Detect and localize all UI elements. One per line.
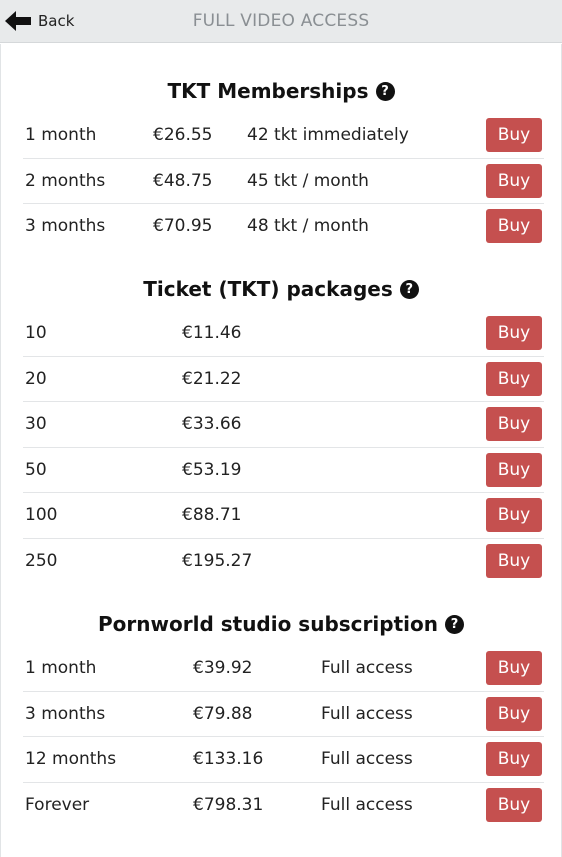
membership-row: 2 months €48.75 45 tkt / month Buy (23, 159, 544, 204)
membership-duration: 2 months (25, 170, 106, 191)
studio-row: 3 months €79.88 Full access Buy (23, 692, 544, 737)
studio-title-text: Pornworld studio subscription (98, 612, 438, 636)
membership-tickets: 48 tkt / month (247, 216, 369, 236)
studio-duration: 12 months (25, 749, 117, 769)
studio-access: Full access (321, 658, 413, 678)
buy-button[interactable]: Buy (486, 498, 542, 532)
package-amount: 30 (25, 414, 47, 434)
membership-price: €26.55 (153, 125, 213, 145)
question-circle-icon[interactable]: ? (399, 279, 419, 299)
package-amount: 50 (25, 459, 47, 480)
package-row: 30 €33.66 Buy (23, 402, 544, 448)
buy-button[interactable]: Buy (486, 696, 542, 731)
top-bar: Back FULL VIDEO ACCESS (0, 0, 562, 43)
membership-row: 1 month €26.55 42 tkt immediately Buy (23, 113, 544, 159)
studio-list: 1 month €39.92 Full access Buy 3 months … (23, 646, 544, 828)
package-amount: 250 (25, 550, 58, 571)
packages-list: 10 €11.46 Buy 20 €21.22 Buy 30 €33.66 Bu… (23, 311, 544, 584)
studio-price: €133.16 (193, 749, 264, 769)
package-price: €53.19 (182, 459, 242, 480)
membership-tickets: 45 tkt / month (247, 170, 369, 191)
membership-price: €70.95 (153, 216, 213, 236)
package-price: €195.27 (182, 550, 253, 571)
buy-button[interactable]: Buy (486, 787, 542, 822)
buy-button[interactable]: Buy (486, 361, 542, 396)
package-amount: 20 (25, 368, 47, 389)
studio-row: Forever €798.31 Full access Buy (23, 783, 544, 829)
studio-price: €79.88 (193, 703, 253, 724)
buy-button[interactable]: Buy (486, 651, 542, 685)
membership-tickets: 42 tkt immediately (247, 125, 409, 145)
studio-section-title: Pornworld studio subscription ? (1, 612, 561, 636)
packages-section-title: Ticket (TKT) packages ? (1, 277, 561, 301)
studio-duration: Forever (25, 794, 90, 815)
question-circle-icon[interactable]: ? (444, 614, 464, 634)
membership-duration: 1 month (25, 125, 97, 145)
studio-access: Full access (321, 794, 413, 815)
buy-button[interactable]: Buy (486, 742, 542, 776)
memberships-title-text: TKT Memberships (167, 79, 369, 103)
buy-button[interactable]: Buy (486, 163, 542, 198)
studio-access: Full access (321, 749, 413, 769)
buy-button[interactable]: Buy (486, 118, 542, 152)
packages-title-text: Ticket (TKT) packages (143, 277, 393, 301)
purchase-panel: TKT Memberships ? 1 month €26.55 42 tkt … (0, 44, 562, 857)
page-title: FULL VIDEO ACCESS (192, 11, 370, 31)
studio-access: Full access (321, 703, 413, 724)
studio-duration: 1 month (25, 658, 97, 678)
package-row: 20 €21.22 Buy (23, 357, 544, 402)
package-price: €11.46 (182, 323, 242, 343)
package-price: €33.66 (182, 414, 242, 434)
buy-button[interactable]: Buy (486, 452, 542, 487)
studio-row: 1 month €39.92 Full access Buy (23, 646, 544, 692)
studio-row: 12 months €133.16 Full access Buy (23, 737, 544, 783)
package-row: 100 €88.71 Buy (23, 493, 544, 539)
package-amount: 100 (25, 505, 58, 525)
studio-price: €39.92 (193, 658, 253, 678)
question-circle-icon[interactable]: ? (375, 81, 395, 101)
package-price: €21.22 (182, 368, 242, 389)
buy-button[interactable]: Buy (486, 209, 542, 243)
membership-duration: 3 months (25, 216, 106, 236)
package-row: 10 €11.46 Buy (23, 311, 544, 357)
package-amount: 10 (25, 323, 47, 343)
memberships-section-title: TKT Memberships ? (1, 79, 561, 103)
studio-duration: 3 months (25, 703, 106, 724)
package-price: €88.71 (182, 505, 242, 525)
package-row: 50 €53.19 Buy (23, 448, 544, 493)
membership-row: 3 months €70.95 48 tkt / month Buy (23, 204, 544, 250)
buy-button[interactable]: Buy (486, 543, 542, 578)
buy-button[interactable]: Buy (486, 407, 542, 441)
studio-price: €798.31 (193, 794, 264, 815)
package-row: 250 €195.27 Buy (23, 539, 544, 585)
buy-button[interactable]: Buy (486, 316, 542, 350)
memberships-list: 1 month €26.55 42 tkt immediately Buy 2 … (23, 113, 544, 250)
membership-price: €48.75 (153, 170, 213, 191)
